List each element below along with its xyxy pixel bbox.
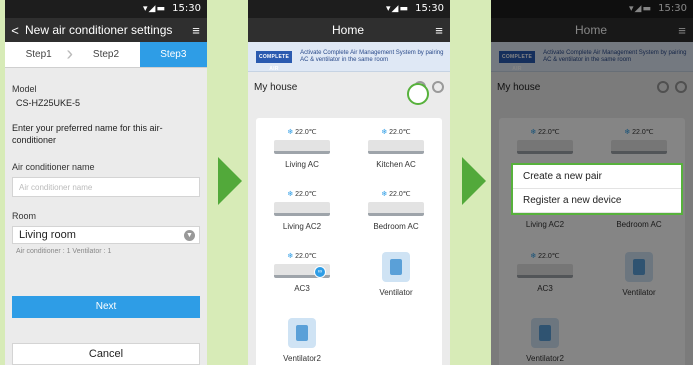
device-tile[interactable]: Ventilator2 — [262, 318, 342, 363]
device-temp: 22.0℃ — [295, 253, 317, 260]
status-bar: ▾◢▬ 15:30 — [248, 0, 450, 18]
ventilator-icon — [382, 252, 410, 282]
snowflake-icon: ❄ — [287, 129, 294, 136]
snowflake-icon: ❄ — [287, 253, 294, 260]
snowflake-icon: ❄ — [287, 191, 294, 198]
device-temp: 22.0℃ — [295, 129, 317, 136]
name-input[interactable]: Air conditioner name — [12, 177, 200, 197]
pair-link-icon: ∞ — [314, 266, 326, 278]
phone-screen-home-menu: ▾◢▬ 15:30 Home ≡ COMPLETE AIR Activate C… — [491, 0, 693, 365]
ventilator-icon — [288, 318, 316, 348]
menu-icon[interactable]: ≡ — [185, 23, 207, 38]
device-tile[interactable]: ❄ 22.0℃ ∞ AC3 — [262, 252, 342, 293]
menu-item-create-pair[interactable]: Create a new pair — [513, 165, 681, 189]
name-instructions: Enter your preferred name for this air-c… — [12, 123, 163, 145]
air-conditioner-icon — [368, 202, 424, 216]
step-2: Step2 — [72, 42, 139, 67]
air-conditioner-icon — [274, 140, 330, 154]
cancel-button[interactable]: Cancel — [12, 343, 200, 365]
device-tile[interactable]: ❄ 22.0℃ Kitchen AC — [356, 128, 436, 169]
title-bar: Home ≡ — [248, 18, 450, 42]
device-tile[interactable]: Ventilator — [356, 252, 436, 297]
add-icon-highlight[interactable] — [407, 83, 429, 105]
chevron-down-icon: ▼ — [184, 230, 195, 241]
device-tile[interactable]: ❄ 22.0℃ Living AC2 — [262, 190, 342, 231]
add-menu-popup: Create a new pair Register a new device — [511, 163, 683, 215]
step-1-label: Step1 — [25, 49, 52, 60]
device-name: Living AC — [285, 160, 319, 169]
device-name: Ventilator2 — [283, 354, 321, 363]
room-select-value: Living room — [19, 229, 76, 241]
room-select[interactable]: Living room ▼ — [12, 226, 200, 244]
signal-wifi-battery-icon: ▾◢▬ — [386, 4, 409, 14]
page-title: Home — [331, 23, 364, 37]
air-conditioner-icon — [274, 202, 330, 216]
device-name: Living AC2 — [282, 222, 322, 231]
model-label: Model — [12, 84, 37, 94]
status-time: 15:30 — [415, 3, 444, 14]
device-name: AC3 — [294, 284, 310, 293]
chevron-right-icon: › — [66, 43, 73, 65]
status-bar: ▾◢▬ 15:30 — [5, 0, 207, 18]
model-value: CS-HZ25UKE-5 — [16, 98, 81, 108]
device-temp: 22.0℃ — [389, 191, 411, 198]
device-name: Ventilator — [379, 288, 413, 297]
flow-arrow-icon — [218, 157, 242, 205]
house-name: My house — [254, 81, 298, 93]
snowflake-icon: ❄ — [381, 191, 388, 198]
banner-text: Activate Complete Air Management System … — [300, 49, 444, 63]
complete-air-logo: COMPLETE AIR — [256, 50, 293, 72]
page-title: New air conditioner settings — [25, 23, 173, 37]
phone-screen-settings: ▾◢▬ 15:30 < New air conditioner settings… — [5, 0, 207, 365]
name-label: Air conditioner name — [12, 162, 95, 172]
title-bar: < New air conditioner settings ≡ — [5, 18, 207, 42]
device-name: Kitchen AC — [376, 160, 416, 169]
air-conditioner-icon — [368, 140, 424, 154]
device-tile[interactable]: ❄ 22.0℃ Living AC — [262, 128, 342, 169]
snowflake-icon: ❄ — [381, 129, 388, 136]
signal-wifi-battery-icon: ▾◢▬ — [143, 4, 166, 14]
complete-air-banner[interactable]: COMPLETE AIR Activate Complete Air Manag… — [248, 42, 450, 72]
step-1: Step1 › — [5, 42, 73, 67]
menu-item-register-device[interactable]: Register a new device — [513, 189, 681, 213]
flow-arrow-icon — [462, 157, 486, 205]
status-time: 15:30 — [172, 3, 201, 14]
device-name: Bedroom AC — [373, 222, 419, 231]
phone-screen-home: ▾◢▬ 15:30 Home ≡ COMPLETE AIR Activate C… — [248, 0, 450, 365]
device-grid: ❄ 22.0℃ Living AC ❄ 22.0℃ Kitchen AC ❄ 2… — [256, 118, 442, 365]
next-button[interactable]: Next — [12, 296, 200, 318]
step-indicator: Step1 › Step2 Step3 — [5, 42, 207, 68]
device-temp: 22.0℃ — [389, 129, 411, 136]
menu-icon[interactable]: ≡ — [428, 23, 450, 38]
room-label: Room — [12, 211, 37, 221]
device-temp: 22.0℃ — [295, 191, 317, 198]
step-3-label: Step3 — [160, 49, 187, 60]
step-3: Step3 — [139, 42, 207, 67]
step-2-label: Step2 — [92, 49, 120, 60]
refresh-icon[interactable] — [432, 81, 444, 93]
settings-form: Model CS-HZ25UKE-5 Enter your preferred … — [5, 84, 207, 255]
room-hint: Air conditioner : 1 Ventilator : 1 — [16, 248, 112, 255]
back-arrow-icon[interactable]: < — [5, 23, 25, 38]
device-tile[interactable]: ❄ 22.0℃ Bedroom AC — [356, 190, 436, 231]
